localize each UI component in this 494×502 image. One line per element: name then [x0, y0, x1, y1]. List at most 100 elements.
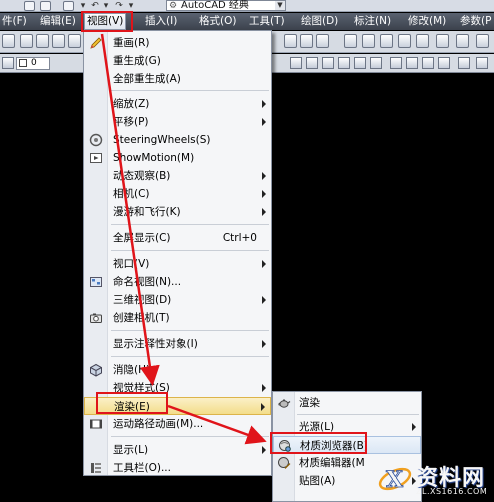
menu-edit[interactable]: 编辑(E)	[38, 13, 78, 30]
named-view-icon	[89, 275, 103, 289]
publish-icon[interactable]	[52, 34, 65, 48]
chevron-down-icon[interactable]: ▾	[78, 1, 88, 11]
view-front-icon[interactable]	[354, 57, 366, 69]
menu-item-named-views[interactable]: 命名视图(N)...	[84, 273, 271, 291]
submenu-item-lights[interactable]: 光源(L)	[273, 418, 421, 436]
menu-item-create-camera[interactable]: 创建相机(T)	[84, 309, 271, 327]
layer-color-icon	[19, 59, 27, 67]
menu-view[interactable]: 视图(V)	[84, 13, 127, 30]
zoom-previous-icon[interactable]	[316, 34, 329, 48]
layer-state-icon[interactable]	[2, 57, 14, 69]
view-camera-icon[interactable]	[458, 57, 470, 69]
menu-item-render[interactable]: 渲染(E)	[84, 397, 271, 415]
view-ne-iso-icon[interactable]	[422, 57, 434, 69]
view-top-icon[interactable]	[290, 57, 302, 69]
help-icon[interactable]	[456, 34, 469, 48]
workspace-label: AutoCAD 经典	[181, 0, 249, 11]
plot-preview-icon[interactable]	[36, 34, 49, 48]
submenu-item-label: 材质编辑器(M	[299, 457, 365, 469]
menu-tools[interactable]: 工具(T)	[247, 13, 287, 30]
menu-item-zoom[interactable]: 缩放(Z)	[84, 95, 271, 113]
layer-icon[interactable]	[476, 34, 489, 48]
menu-dimension[interactable]: 标注(N)	[352, 13, 393, 30]
submenu-arrow-icon	[262, 446, 266, 454]
menu-item-label: 重画(R)	[113, 37, 150, 49]
showmotion-icon	[89, 151, 103, 165]
menu-item-label: 漫游和飞行(K)	[113, 206, 181, 218]
new-icon[interactable]	[2, 34, 15, 48]
menu-item-hide[interactable]: 消隐(H)	[84, 361, 271, 379]
menu-item-orbit[interactable]: 动态观察(B)	[84, 167, 271, 185]
menu-item-showmotion[interactable]: ShowMotion(M)	[84, 149, 271, 167]
gear-icon: ⚙	[169, 1, 178, 11]
menu-item-toolbars[interactable]: 工具栏(O)...	[84, 459, 271, 477]
workspace-selector[interactable]: ⚙ AutoCAD 经典 ▼	[166, 0, 286, 11]
submenu-arrow-icon	[262, 260, 266, 268]
view-back-icon[interactable]	[370, 57, 382, 69]
menu-item-steeringwheels[interactable]: SteeringWheels(S)	[84, 131, 271, 149]
calculator-icon[interactable]	[436, 34, 449, 48]
view-right-icon[interactable]	[338, 57, 350, 69]
title-bar: ▾ ↶ ▾ ↷ ▾ ⚙ AutoCAD 经典 ▼	[0, 0, 494, 12]
submenu-arrow-icon	[262, 208, 266, 216]
menu-item-viewports[interactable]: 视口(V)	[84, 255, 271, 273]
menu-modify[interactable]: 修改(M)	[406, 13, 448, 30]
zoom-window-icon[interactable]	[300, 34, 313, 48]
menu-item-label: 命名视图(N)...	[113, 276, 182, 288]
view-manager-icon[interactable]	[476, 57, 488, 69]
menu-parametric[interactable]: 参数(P	[458, 13, 493, 30]
submenu-arrow-icon	[262, 190, 266, 198]
menu-item-regen[interactable]: 重生成(G)	[84, 52, 271, 70]
chevron-down-icon[interactable]: ▾	[126, 1, 136, 11]
menu-item-label: 运动路径动画(M)...	[113, 418, 204, 430]
properties-icon[interactable]	[344, 34, 357, 48]
menu-item-clean-screen[interactable]: 全屏显示(C) Ctrl+0	[84, 229, 271, 247]
menu-item-regen-all[interactable]: 全部重生成(A)	[84, 70, 271, 88]
menu-draw[interactable]: 绘图(D)	[299, 13, 340, 30]
design-center-icon[interactable]	[362, 34, 375, 48]
menu-format[interactable]: 格式(O)	[197, 13, 238, 30]
menu-item-motion-path[interactable]: 运动路径动画(M)...	[84, 415, 271, 433]
menu-item-display[interactable]: 显示(L)	[84, 441, 271, 459]
redo-icon[interactable]: ↷	[114, 1, 124, 11]
save-as-icon[interactable]	[40, 1, 51, 11]
submenu-item-render[interactable]: 渲染	[273, 394, 421, 412]
submenu-arrow-icon	[262, 340, 266, 348]
menu-item-annotation-objects[interactable]: 显示注释性对象(I)	[84, 335, 271, 353]
view-se-iso-icon[interactable]	[406, 57, 418, 69]
view-nw-iso-icon[interactable]	[438, 57, 450, 69]
sheet-set-icon[interactable]	[398, 34, 411, 48]
menu-item-walk-fly[interactable]: 漫游和飞行(K)	[84, 203, 271, 221]
menu-item-pan[interactable]: 平移(P)	[84, 113, 271, 131]
menu-item-3d-views[interactable]: 三维视图(D)	[84, 291, 271, 309]
watermark-logo-icon: X	[378, 467, 412, 493]
zoom-realtime-icon[interactable]	[284, 34, 297, 48]
menu-insert[interactable]: 插入(I)	[143, 13, 179, 30]
save-icon[interactable]	[24, 1, 35, 11]
menu-file[interactable]: 件(F)	[0, 13, 29, 30]
menu-item-label: 三维视图(D)	[113, 294, 172, 306]
menu-item-redraw[interactable]: 重画(R)	[84, 34, 271, 52]
steering-wheel-icon	[89, 133, 103, 147]
tool-palettes-icon[interactable]	[380, 34, 393, 48]
menu-item-camera[interactable]: 相机(C)	[84, 185, 271, 203]
plot-icon[interactable]	[63, 1, 74, 11]
chevron-down-icon[interactable]: ▼	[275, 1, 285, 10]
submenu-item-material-browser[interactable]: 材质浏览器(B)	[273, 436, 421, 454]
view-bottom-icon[interactable]	[306, 57, 318, 69]
motion-path-icon	[89, 417, 103, 431]
submenu-arrow-icon	[412, 423, 416, 431]
view-left-icon[interactable]	[322, 57, 334, 69]
undo-icon[interactable]: ↶	[90, 1, 100, 11]
menu-separator	[111, 90, 269, 91]
menu-separator	[111, 330, 269, 331]
open-icon[interactable]	[20, 34, 33, 48]
markup-icon[interactable]	[416, 34, 429, 48]
view-sw-iso-icon[interactable]	[390, 57, 402, 69]
menu-separator	[111, 436, 269, 437]
menu-item-label: 视口(V)	[113, 258, 150, 270]
print-icon[interactable]	[68, 34, 81, 48]
menu-item-visual-styles[interactable]: 视觉样式(S)	[84, 379, 271, 397]
chevron-down-icon[interactable]: ▾	[101, 1, 111, 11]
layer-combo[interactable]: 0	[16, 57, 50, 70]
